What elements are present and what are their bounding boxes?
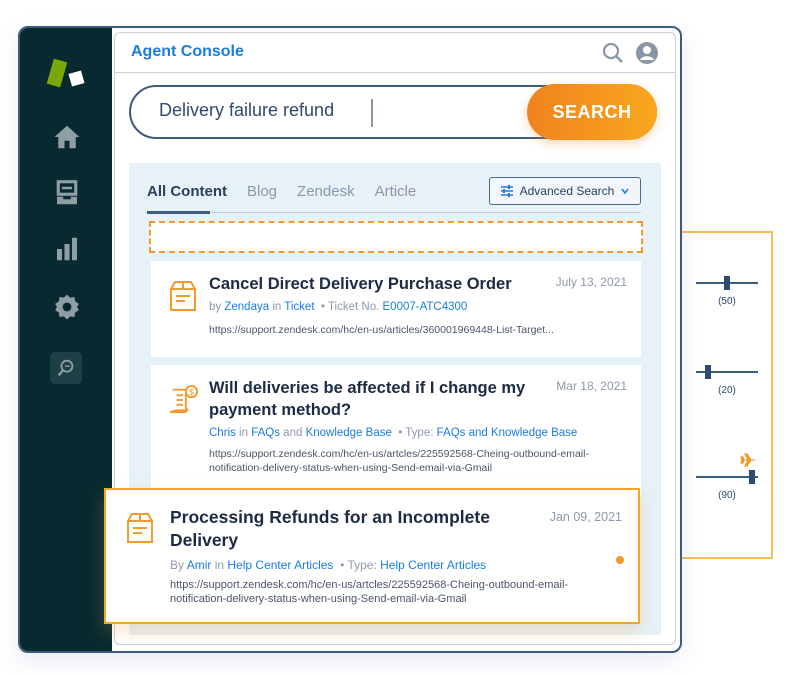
slider-thumb[interactable] <box>724 276 730 290</box>
author-link[interactable]: Chris <box>209 427 236 439</box>
svg-text:$: $ <box>189 387 194 397</box>
slider-value-label: (20) <box>718 385 736 396</box>
result-card[interactable]: Cancel Direct Delivery Purchase Order Ju… <box>151 261 641 357</box>
relevance-slider-3[interactable] <box>696 468 758 488</box>
box-document-icon <box>170 281 196 311</box>
category-link[interactable]: Help Center Articles <box>227 558 333 572</box>
result-meta: by Zendaya in Ticket • Ticket No. E0007-… <box>209 301 468 313</box>
slider-thumb[interactable] <box>748 470 755 484</box>
advanced-search-button[interactable]: Advanced Search <box>489 177 641 205</box>
relevance-slider-1[interactable] <box>696 274 758 294</box>
tab-blog[interactable]: Blog <box>247 183 277 211</box>
result-url[interactable]: https://support.zendesk.com/hc/en-us/art… <box>209 323 609 337</box>
result-title[interactable]: Will deliveries be affected if I change … <box>209 377 529 421</box>
connector-anchor-dot <box>616 556 624 564</box>
chevron-down-icon <box>621 188 629 195</box>
active-tab-indicator <box>147 211 210 214</box>
type-link[interactable]: FAQs and Knowledge Base <box>437 427 578 439</box>
brand-logo <box>46 58 92 90</box>
search-bar: SEARCH <box>129 84 657 140</box>
text-caret <box>371 99 373 127</box>
sidebar <box>20 28 112 651</box>
boost-plane-icon <box>740 453 755 467</box>
content-tabs: All Content Blog Zendesk Article <box>147 183 416 211</box>
slider-thumb[interactable] <box>705 365 712 379</box>
sliders-icon <box>500 185 513 197</box>
tab-all-content[interactable]: All Content <box>147 183 227 211</box>
result-date: Mar 18, 2021 <box>556 379 627 393</box>
result-date: July 13, 2021 <box>555 275 627 289</box>
advanced-search-label: Advanced Search <box>519 184 615 198</box>
slider-value-label: (50) <box>718 296 736 307</box>
promoted-result-card[interactable]: Processing Refunds for an Incomplete Del… <box>104 488 640 624</box>
result-meta: Chris in FAQs and Knowledge Base • Type:… <box>209 427 578 439</box>
result-card[interactable]: $ Will deliveries be affected if I chang… <box>151 365 641 495</box>
result-title[interactable]: Processing Refunds for an Incomplete Del… <box>170 506 530 552</box>
type-link[interactable]: Help Center Articles <box>380 558 486 572</box>
drop-target-slot <box>149 221 643 253</box>
author-link[interactable]: Amir <box>187 558 212 572</box>
top-bar: Agent Console <box>115 33 675 73</box>
gear-icon[interactable] <box>50 290 84 324</box>
home-icon[interactable] <box>50 120 84 154</box>
receipt-dollar-icon: $ <box>169 384 199 414</box>
result-meta: By Amir in Help Center Articles • Type: … <box>170 558 487 572</box>
tab-zendesk[interactable]: Zendesk <box>297 183 355 211</box>
search-content-icon[interactable] <box>50 352 82 384</box>
search-button[interactable]: SEARCH <box>527 84 657 140</box>
category-link[interactable]: Knowledge Base <box>306 427 392 439</box>
author-link[interactable]: Zendaya <box>224 301 269 313</box>
bar-chart-icon[interactable] <box>50 232 84 266</box>
result-url[interactable]: https://support.zendesk.com/hc/en-us/art… <box>170 578 610 606</box>
tab-article[interactable]: Article <box>375 183 417 211</box>
search-input[interactable] <box>159 100 489 121</box>
slider-value-label: (90) <box>718 490 736 501</box>
ticket-number-link[interactable]: E0007-ATC4300 <box>383 301 468 313</box>
result-title[interactable]: Cancel Direct Delivery Purchase Order <box>209 273 529 295</box>
box-document-icon <box>127 513 153 543</box>
category-link[interactable]: Ticket <box>284 301 314 313</box>
result-url[interactable]: https://support.zendesk.com/hc/en-us/art… <box>209 447 609 475</box>
category-link[interactable]: FAQs <box>251 427 280 439</box>
user-avatar-icon[interactable] <box>635 41 659 65</box>
relevance-slider-2[interactable] <box>696 363 758 383</box>
tab-divider <box>147 212 641 213</box>
inbox-tray-icon[interactable] <box>50 176 84 210</box>
result-date: Jan 09, 2021 <box>549 510 622 524</box>
search-icon[interactable] <box>601 41 625 65</box>
app-title: Agent Console <box>131 43 244 60</box>
